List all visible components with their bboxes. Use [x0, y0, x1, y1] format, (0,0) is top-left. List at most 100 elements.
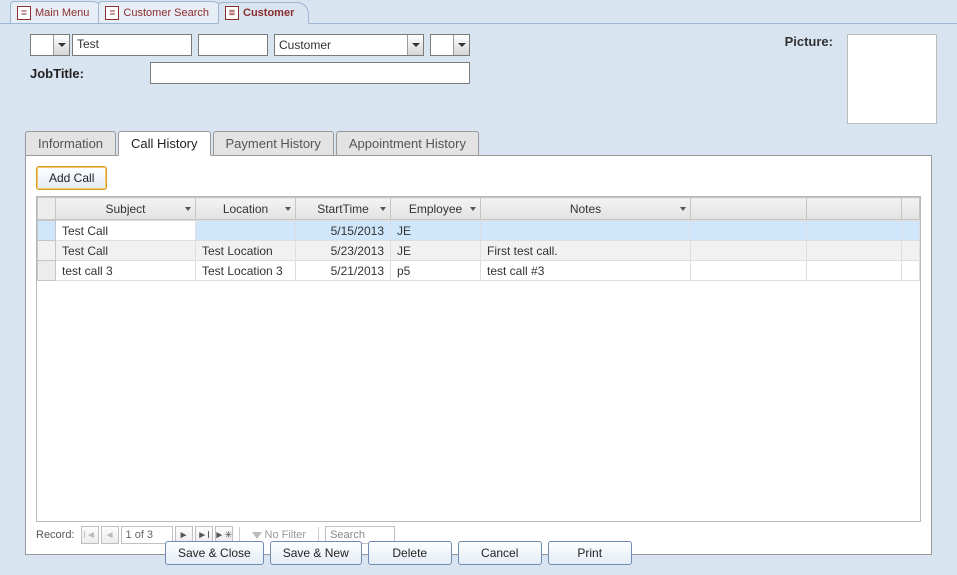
chevron-down-icon: [53, 35, 69, 55]
tab-appointment-history[interactable]: Appointment History: [336, 131, 479, 156]
last-name-combo[interactable]: Customer: [274, 34, 424, 56]
row-selector[interactable]: [38, 261, 56, 281]
app-tab-customer-search[interactable]: Customer Search: [98, 1, 224, 23]
cell-notes[interactable]: First test call.: [481, 241, 691, 261]
table-row[interactable]: test call 3 Test Location 3 5/21/2013 p5…: [38, 261, 920, 281]
col-starttime[interactable]: StartTime: [296, 198, 391, 220]
btn-label: Delete: [392, 546, 427, 560]
cell-blank[interactable]: [691, 221, 807, 241]
col-blank[interactable]: [691, 198, 807, 220]
cell-starttime[interactable]: 5/23/2013: [296, 241, 391, 261]
cell-blank[interactable]: [691, 261, 807, 281]
tab-information[interactable]: Information: [25, 131, 116, 156]
cell-blank[interactable]: [902, 221, 920, 241]
col-label: Employee: [409, 202, 462, 216]
col-notes[interactable]: Notes: [481, 198, 691, 220]
cell-blank[interactable]: [807, 221, 902, 241]
print-button[interactable]: Print: [548, 541, 632, 565]
save-new-button[interactable]: Save & New: [270, 541, 362, 565]
form-header: Test Customer JobTitle: Picture:: [0, 24, 957, 130]
tab-label: Payment History: [226, 136, 321, 151]
cell-blank[interactable]: [902, 241, 920, 261]
chevron-down-icon: [378, 204, 388, 214]
col-label: Location: [223, 202, 268, 216]
cell-blank[interactable]: [807, 241, 902, 261]
cancel-button[interactable]: Cancel: [458, 541, 542, 565]
first-name-value: Test: [77, 37, 99, 51]
select-all-corner[interactable]: [38, 198, 56, 220]
cell-blank[interactable]: [691, 241, 807, 261]
col-employee[interactable]: Employee: [391, 198, 481, 220]
col-label: Subject: [105, 202, 145, 216]
detail-tabs: Information Call History Payment History…: [25, 130, 932, 555]
btn-label: Save & New: [283, 546, 349, 560]
col-label: StartTime: [317, 202, 369, 216]
jobtitle-field[interactable]: [150, 62, 470, 84]
cell-blank[interactable]: [902, 261, 920, 281]
grid-header-row: Subject Location StartTime Employee Note…: [38, 198, 920, 220]
funnel-icon: [252, 532, 262, 539]
picture-box[interactable]: [847, 34, 937, 124]
title-combo[interactable]: [30, 34, 70, 56]
col-location[interactable]: Location: [196, 198, 296, 220]
chevron-down-icon: [453, 35, 469, 55]
table-row[interactable]: Test Call Test Location 5/23/2013 JE Fir…: [38, 241, 920, 261]
middle-name-field[interactable]: [198, 34, 268, 56]
chevron-down-icon: [283, 204, 293, 214]
form-icon: [17, 6, 31, 20]
tab-call-history[interactable]: Call History: [118, 131, 210, 156]
chevron-down-icon: [678, 204, 688, 214]
cell-location[interactable]: [196, 221, 296, 241]
cell-subject[interactable]: test call 3: [56, 261, 196, 281]
tab-label: Call History: [131, 136, 197, 151]
picture-label: Picture:: [785, 34, 833, 49]
chevron-down-icon: [183, 204, 193, 214]
col-blank[interactable]: [902, 198, 920, 220]
app-tab-label: Customer: [243, 7, 294, 19]
cell-employee[interactable]: JE: [391, 221, 481, 241]
cell-subject[interactable]: Test Call: [56, 241, 196, 261]
cell-employee[interactable]: p5: [391, 261, 481, 281]
chevron-down-icon: [468, 204, 478, 214]
save-close-button[interactable]: Save & Close: [165, 541, 264, 565]
add-call-button[interactable]: Add Call: [36, 166, 107, 190]
cell-employee[interactable]: JE: [391, 241, 481, 261]
search-placeholder: Search: [330, 529, 365, 541]
col-label: Notes: [570, 202, 601, 216]
col-blank[interactable]: [807, 198, 902, 220]
cell-notes[interactable]: test call #3: [481, 261, 691, 281]
cell-location[interactable]: Test Location 3: [196, 261, 296, 281]
form-icon: [225, 6, 239, 20]
footer-buttons: Save & Close Save & New Delete Cancel Pr…: [0, 541, 957, 565]
tab-label: Information: [38, 136, 103, 151]
tab-label: Appointment History: [349, 136, 466, 151]
cell-subject[interactable]: Test Call: [56, 221, 196, 241]
calls-grid: Subject Location StartTime Employee Note…: [36, 196, 921, 522]
btn-label: Print: [577, 546, 602, 560]
last-name-value: Customer: [279, 38, 331, 52]
table-row[interactable]: Test Call 5/15/2013 JE: [38, 221, 920, 241]
delete-button[interactable]: Delete: [368, 541, 452, 565]
record-position-value: 1 of 3: [126, 529, 154, 541]
record-label: Record:: [36, 529, 75, 541]
first-name-field[interactable]: Test: [72, 34, 192, 56]
row-selector[interactable]: [38, 221, 56, 241]
suffix-combo[interactable]: [430, 34, 470, 56]
no-filter-label: No Filter: [265, 529, 307, 541]
tab-payment-history[interactable]: Payment History: [213, 131, 334, 156]
app-tab-label: Customer Search: [123, 7, 209, 19]
jobtitle-label: JobTitle:: [30, 66, 84, 81]
btn-label: Save & Close: [178, 546, 251, 560]
app-tab-main-menu[interactable]: Main Menu: [10, 1, 104, 23]
app-tab-customer[interactable]: Customer: [218, 2, 309, 24]
cell-starttime[interactable]: 5/15/2013: [296, 221, 391, 241]
row-selector[interactable]: [38, 241, 56, 261]
col-subject[interactable]: Subject: [56, 198, 196, 220]
cell-notes[interactable]: [481, 221, 691, 241]
cell-location[interactable]: Test Location: [196, 241, 296, 261]
app-tab-bar: Main Menu Customer Search Customer: [0, 0, 957, 24]
cell-starttime[interactable]: 5/21/2013: [296, 261, 391, 281]
btn-label: Cancel: [481, 546, 518, 560]
tab-page-call-history: Add Call Subj: [25, 155, 932, 555]
cell-blank[interactable]: [807, 261, 902, 281]
